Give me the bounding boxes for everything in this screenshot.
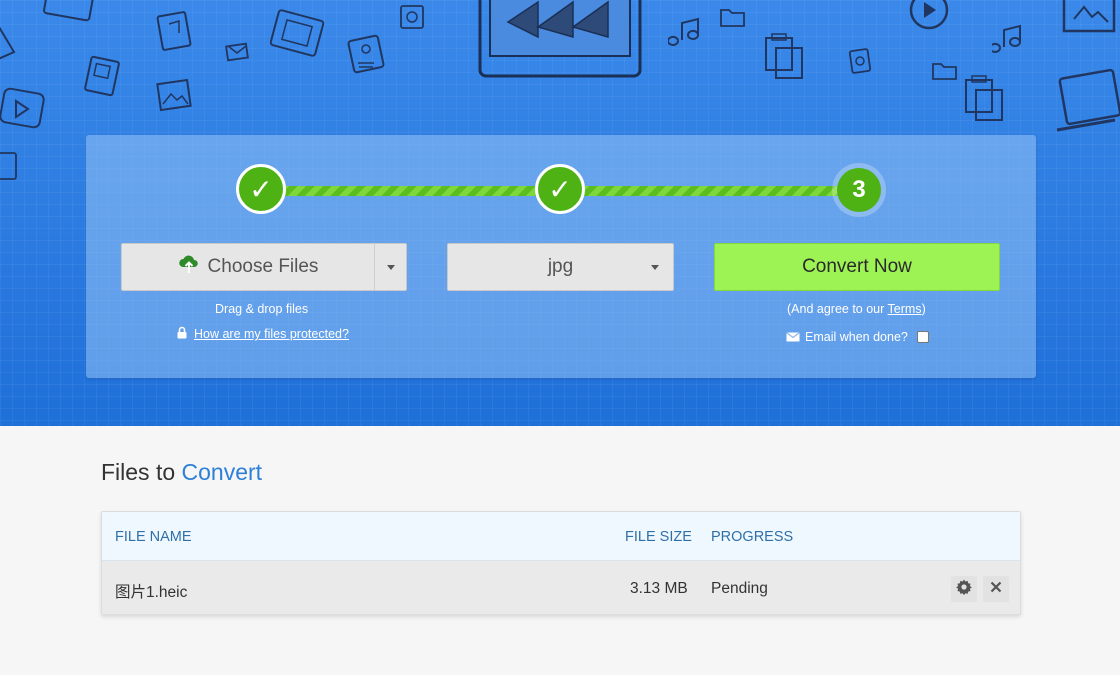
files-section-title: Files to Convert bbox=[101, 459, 262, 486]
chevron-down-icon bbox=[651, 265, 659, 270]
output-format-value: jpg bbox=[547, 256, 574, 277]
hero-banner: ✓ ✓ 3 Choose Files jpg Convert Now Drag … bbox=[0, 0, 1120, 426]
checkmark-icon: ✓ bbox=[249, 173, 273, 205]
step-3-number: 3 bbox=[837, 168, 881, 212]
step-3-current: 3 bbox=[832, 163, 886, 217]
agree-prefix: (And agree to our bbox=[787, 302, 888, 316]
files-table-header: FILE NAME FILE SIZE PROGRESS bbox=[102, 512, 1020, 561]
step-2-complete: ✓ bbox=[535, 164, 585, 214]
email-when-done-checkbox[interactable] bbox=[916, 331, 929, 343]
choose-files-label: Choose Files bbox=[207, 256, 319, 277]
lock-icon bbox=[176, 326, 188, 342]
document-doodle-icon bbox=[478, 0, 643, 80]
folder-doodle-icon-2 bbox=[930, 60, 960, 82]
play-doodle-icon bbox=[0, 85, 48, 131]
files-table: FILE NAME FILE SIZE PROGRESS 图片1.heic 3.… bbox=[101, 511, 1021, 615]
files-title-accent: Convert bbox=[181, 459, 263, 485]
email-when-done-label: Email when done? bbox=[805, 330, 908, 344]
laptop-doodle-icon bbox=[1055, 68, 1120, 138]
terms-agree-text: (And agree to our Terms) bbox=[787, 302, 926, 316]
convert-now-button[interactable]: Convert Now bbox=[714, 243, 1000, 291]
choose-files-button[interactable]: Choose Files bbox=[122, 244, 374, 290]
photo-doodle-icon-3 bbox=[0, 150, 20, 184]
gear-icon bbox=[956, 579, 972, 600]
mov-file-doodle-icon bbox=[80, 55, 124, 99]
film-doodle-icon bbox=[270, 5, 330, 60]
mail-doodle-icon bbox=[225, 42, 251, 62]
photo-doodle-icon bbox=[398, 3, 428, 31]
column-header-file-size: FILE SIZE bbox=[625, 529, 692, 545]
music-note-doodle-icon-2 bbox=[992, 20, 1028, 54]
file-name-cell: 图片1.heic bbox=[115, 584, 188, 601]
music-note-doodle-icon bbox=[668, 15, 704, 49]
column-header-progress: PROGRESS bbox=[711, 529, 794, 545]
file-settings-button[interactable] bbox=[951, 576, 977, 602]
file-doodle-icon bbox=[40, 0, 100, 25]
chevron-down-icon bbox=[386, 264, 395, 270]
conversion-panel: ✓ ✓ 3 Choose Files jpg Convert Now Drag … bbox=[86, 135, 1036, 378]
photo-doodle-icon-2 bbox=[848, 47, 874, 77]
image-frame-doodle-icon bbox=[1058, 0, 1118, 35]
play-circle-doodle-icon bbox=[905, 0, 955, 34]
close-icon bbox=[990, 580, 1002, 598]
progress-track-1 bbox=[281, 186, 551, 196]
checkmark-icon: ✓ bbox=[548, 173, 572, 205]
files-title-prefix: Files to bbox=[101, 459, 182, 485]
mp3-file-doodle-icon bbox=[155, 10, 195, 52]
image-doodle-icon bbox=[155, 78, 195, 114]
folder-doodle-icon bbox=[718, 5, 748, 29]
envelope-icon bbox=[786, 331, 800, 345]
clipboard-doodle-icon-2 bbox=[960, 72, 1010, 126]
output-format-select[interactable]: jpg bbox=[447, 243, 674, 291]
doc-corner-doodle-icon bbox=[0, 20, 20, 62]
email-when-done-row: Email when done? bbox=[786, 330, 929, 345]
contact-doodle-icon bbox=[346, 33, 388, 75]
remove-file-button[interactable] bbox=[983, 576, 1009, 602]
files-protected-row: How are my files protected? bbox=[176, 326, 349, 342]
step-1-complete: ✓ bbox=[236, 164, 286, 214]
drag-drop-hint: Drag & drop files bbox=[215, 302, 309, 316]
terms-link[interactable]: Terms bbox=[888, 302, 922, 316]
choose-source-dropdown[interactable] bbox=[374, 244, 406, 290]
cloud-upload-icon bbox=[178, 254, 200, 280]
files-protected-link[interactable]: How are my files protected? bbox=[194, 327, 349, 341]
progress-status-cell: Pending bbox=[711, 580, 768, 597]
progress-track-2 bbox=[581, 186, 846, 196]
clipboard-doodle-icon bbox=[760, 30, 810, 82]
file-size-cell: 3.13 MB bbox=[630, 580, 688, 597]
choose-files-button-group: Choose Files bbox=[121, 243, 407, 291]
agree-suffix: ) bbox=[921, 302, 926, 316]
column-header-file-name: FILE NAME bbox=[115, 529, 192, 545]
